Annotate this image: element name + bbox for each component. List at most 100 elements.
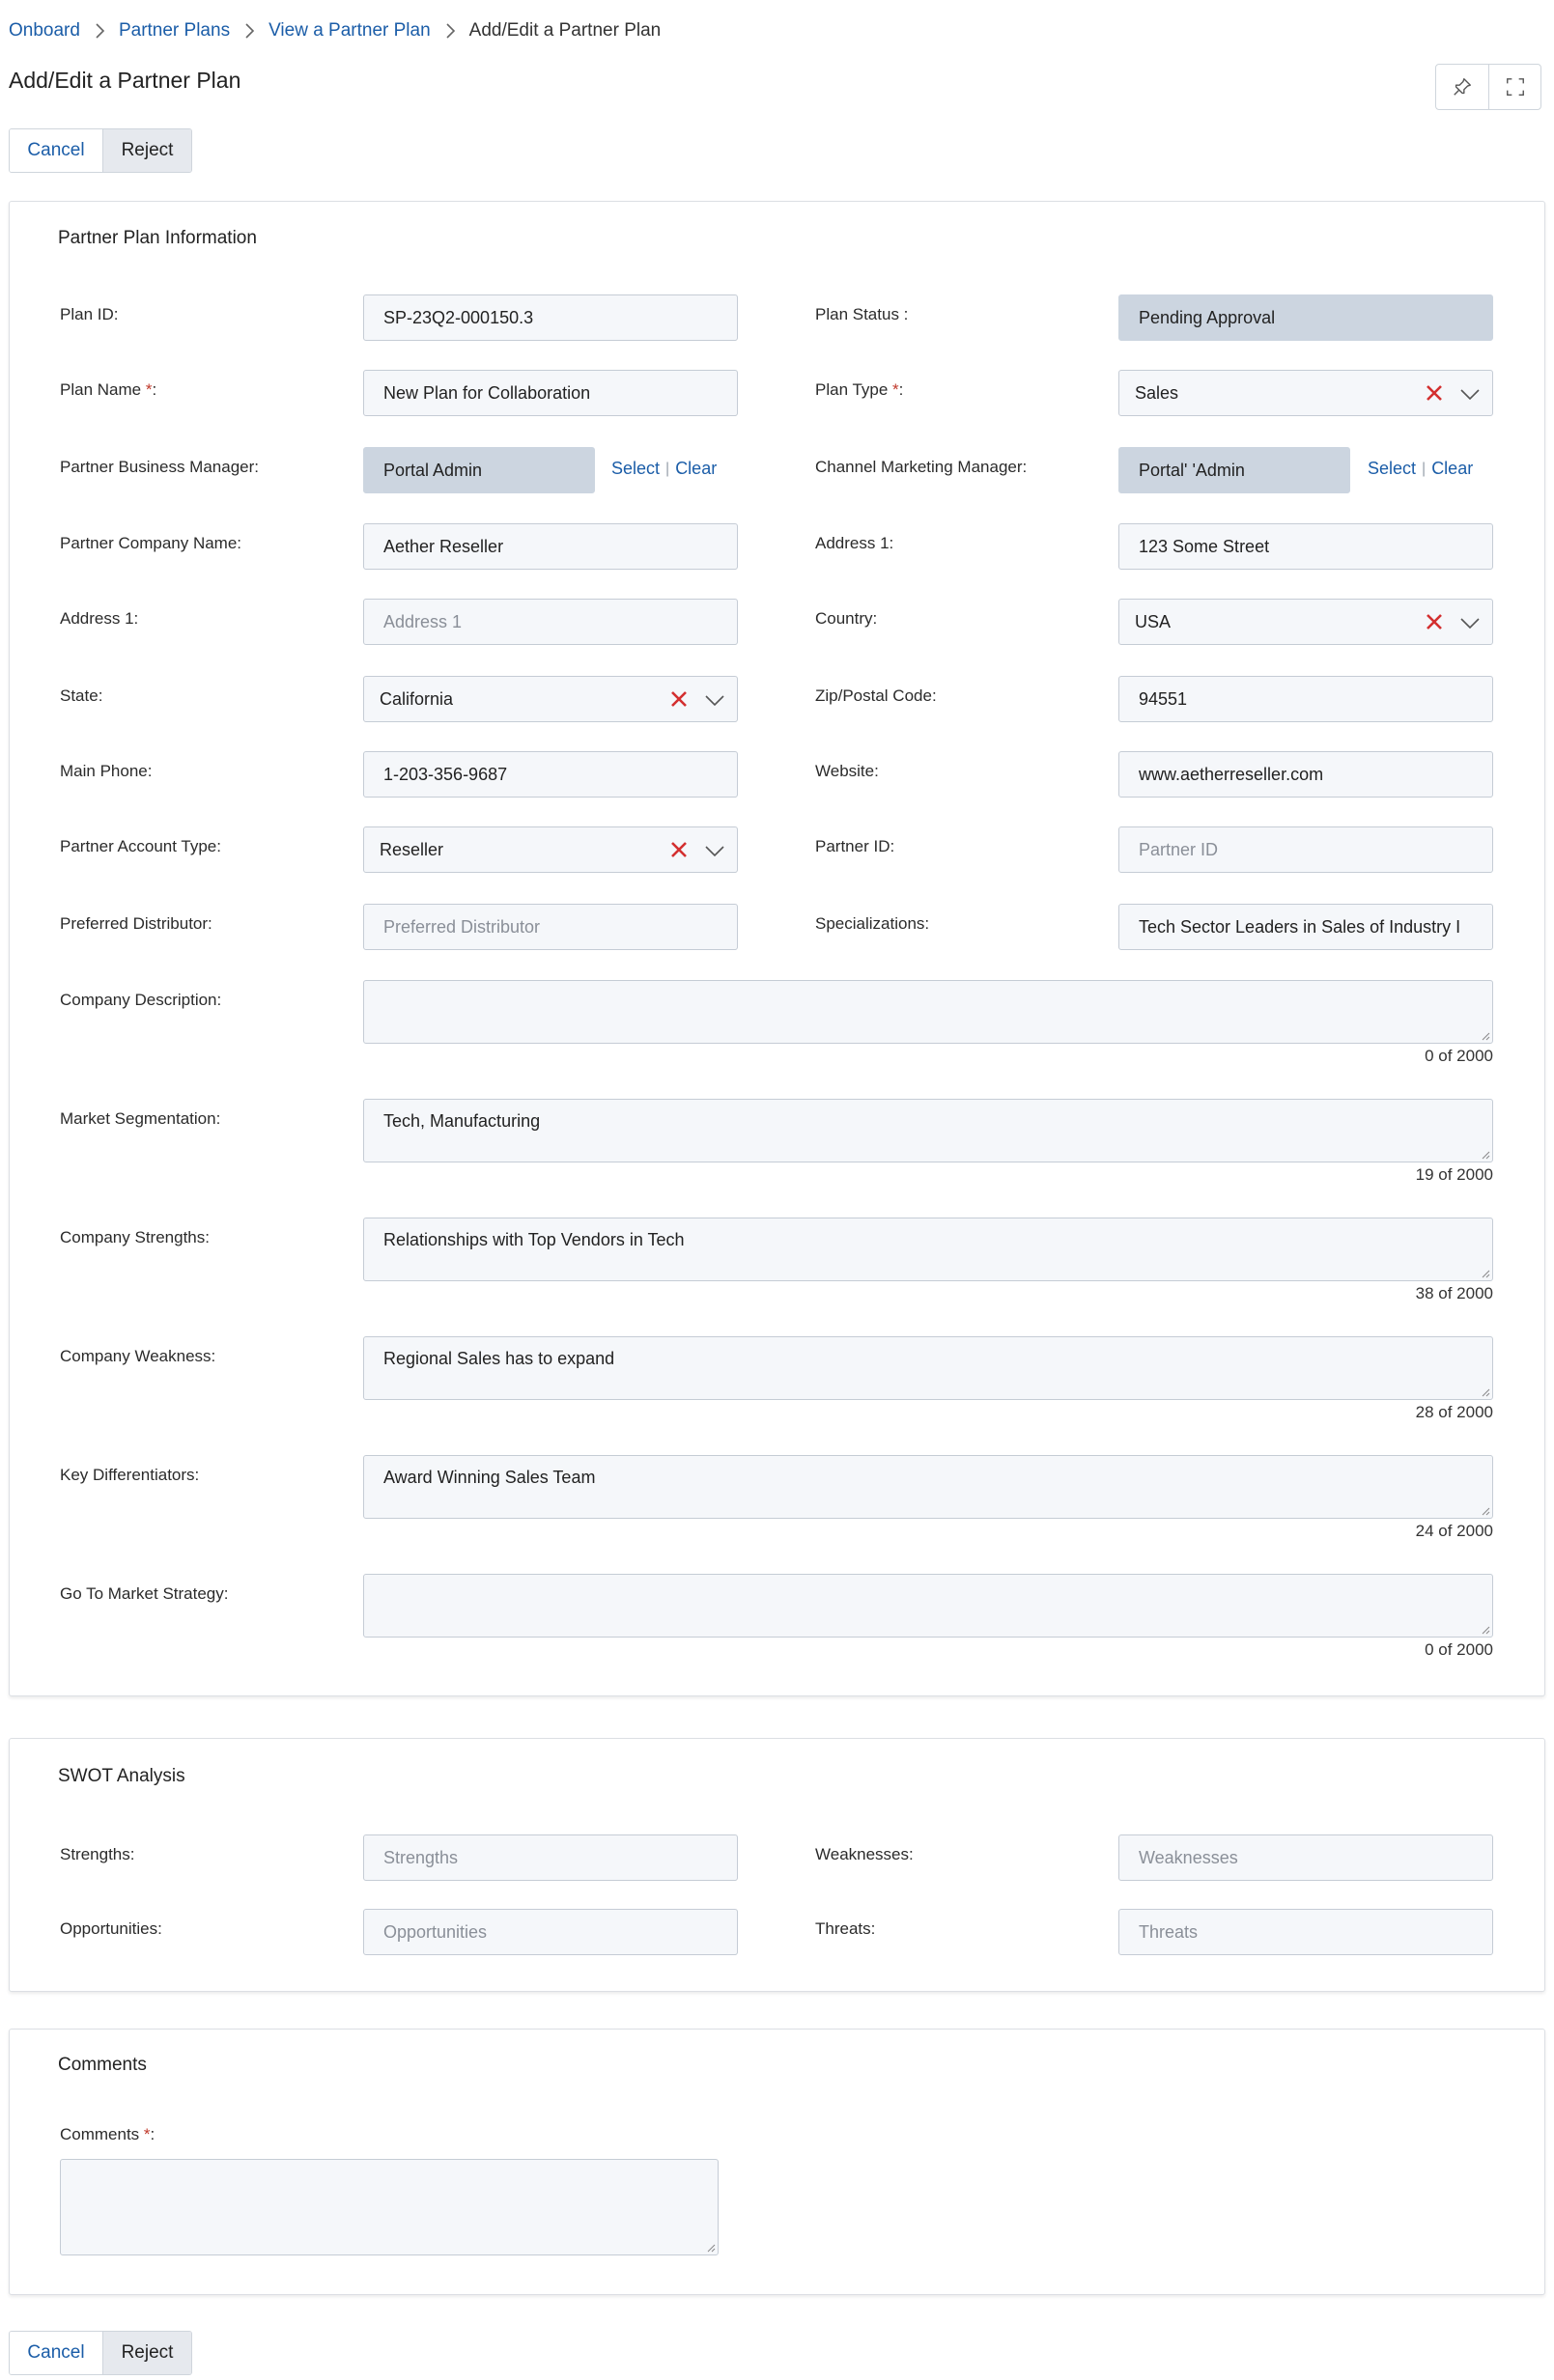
partner-id-input[interactable]: Partner ID xyxy=(1118,826,1493,873)
breadcrumb-current: Add/Edit a Partner Plan xyxy=(468,20,662,41)
company-weakness-value: Regional Sales has to expand xyxy=(383,1349,615,1368)
cancel-button[interactable]: Cancel xyxy=(10,2332,102,2374)
chevron-right-icon xyxy=(431,22,469,40)
resize-grip-icon[interactable] xyxy=(1481,1625,1490,1635)
resize-grip-icon[interactable] xyxy=(1481,1269,1490,1278)
resize-grip-icon[interactable] xyxy=(706,2243,716,2253)
chevron-down-icon[interactable] xyxy=(704,841,725,860)
strengths-label: Strengths: xyxy=(60,1845,135,1863)
x-icon[interactable] xyxy=(1425,383,1444,403)
threats-input[interactable]: Threats xyxy=(1118,1909,1493,1955)
pbm-select-link[interactable]: Select xyxy=(611,459,660,479)
reject-button[interactable]: Reject xyxy=(102,129,191,172)
pin-icon[interactable] xyxy=(1436,65,1488,109)
partner-business-manager-field: Portal Admin xyxy=(363,447,595,493)
chevron-down-icon[interactable] xyxy=(704,690,725,710)
key-differentiators-label: Key Differentiators: xyxy=(60,1466,200,1484)
bottom-action-buttons: Cancel Reject xyxy=(9,2331,192,2375)
gtm-strategy-counter: 0 of 2000 xyxy=(1425,1640,1493,1659)
resize-grip-icon[interactable] xyxy=(1481,1387,1490,1397)
resize-grip-icon[interactable] xyxy=(1481,1150,1490,1160)
opportunities-input[interactable]: Opportunities xyxy=(363,1909,738,1955)
pbm-actions: Select | Clear xyxy=(611,459,717,479)
address1-left-label: Address 1: xyxy=(60,609,139,628)
specializations-input[interactable]: Tech Sector Leaders in Sales of Industry… xyxy=(1118,904,1493,950)
breadcrumb-onboard[interactable]: Onboard xyxy=(9,20,80,42)
company-weakness-label: Company Weakness: xyxy=(60,1347,216,1365)
comments-panel: Comments Comments *: xyxy=(9,2029,1545,2295)
plan-type-label: Plan Type *: xyxy=(815,380,904,399)
breadcrumb-view-partner-plan[interactable]: View a Partner Plan xyxy=(268,20,431,42)
pbm-clear-link[interactable]: Clear xyxy=(675,459,717,479)
market-segmentation-value: Tech, Manufacturing xyxy=(383,1111,541,1131)
key-differentiators-value: Award Winning Sales Team xyxy=(383,1468,596,1487)
cancel-button[interactable]: Cancel xyxy=(10,129,102,172)
preferred-distributor-label: Preferred Distributor: xyxy=(60,914,212,933)
cmm-select-link[interactable]: Select xyxy=(1368,459,1416,479)
address1-right-input[interactable]: 123 Some Street xyxy=(1118,523,1493,570)
main-phone-input[interactable]: 1-203-356-9687 xyxy=(363,751,738,798)
resize-grip-icon[interactable] xyxy=(1481,1506,1490,1516)
expand-icon[interactable] xyxy=(1488,65,1540,109)
market-segmentation-label: Market Segmentation: xyxy=(60,1109,221,1128)
key-differentiators-counter: 24 of 2000 xyxy=(1415,1522,1493,1540)
plan-status-label: Plan Status : xyxy=(815,305,909,323)
gtm-strategy-label: Go To Market Strategy: xyxy=(60,1584,229,1603)
weaknesses-input[interactable]: Weaknesses xyxy=(1118,1834,1493,1881)
company-name-label: Partner Company Name: xyxy=(60,534,242,552)
comments-textarea[interactable] xyxy=(60,2159,719,2255)
gtm-strategy-textarea[interactable] xyxy=(363,1574,1493,1638)
market-segmentation-textarea[interactable]: Tech, Manufacturing xyxy=(363,1099,1493,1162)
cmm-actions: Select | Clear xyxy=(1368,459,1473,479)
account-type-select[interactable]: Reseller xyxy=(363,826,738,873)
plan-name-label: Plan Name *: xyxy=(60,380,157,399)
channel-marketing-manager-field: Portal' 'Admin xyxy=(1118,447,1350,493)
plan-type-select[interactable]: Sales xyxy=(1118,370,1493,416)
state-select[interactable]: California xyxy=(363,676,738,722)
breadcrumb: Onboard Partner Plans View a Partner Pla… xyxy=(9,19,661,42)
address1-left-input[interactable]: Address 1 xyxy=(363,599,738,645)
company-strengths-label: Company Strengths: xyxy=(60,1228,210,1246)
zip-input[interactable]: 94551 xyxy=(1118,676,1493,722)
x-icon[interactable] xyxy=(1425,612,1444,631)
plan-type-value: Sales xyxy=(1135,382,1179,403)
threats-label: Threats: xyxy=(815,1919,876,1938)
section-title: Comments xyxy=(58,2055,147,2075)
company-description-label: Company Description: xyxy=(60,991,222,1009)
page-tools xyxy=(1435,64,1541,110)
weaknesses-label: Weaknesses: xyxy=(815,1845,914,1863)
state-value: California xyxy=(380,688,454,709)
partner-business-manager-label: Partner Business Manager: xyxy=(60,458,259,476)
strengths-input[interactable]: Strengths xyxy=(363,1834,738,1881)
country-label: Country: xyxy=(815,609,878,628)
channel-marketing-manager-label: Channel Marketing Manager: xyxy=(815,458,1028,476)
top-action-buttons: Cancel Reject xyxy=(9,128,192,173)
x-icon[interactable] xyxy=(669,689,689,709)
company-strengths-textarea[interactable]: Relationships with Top Vendors in Tech xyxy=(363,1218,1493,1281)
zip-label: Zip/Postal Code: xyxy=(815,686,937,705)
company-description-textarea[interactable] xyxy=(363,980,1493,1044)
link-separator: | xyxy=(665,460,670,477)
key-differentiators-textarea[interactable]: Award Winning Sales Team xyxy=(363,1455,1493,1519)
chevron-down-icon[interactable] xyxy=(1459,613,1481,632)
swot-panel: SWOT Analysis Strengths: Strengths Weakn… xyxy=(9,1738,1545,1992)
company-name-input[interactable]: Aether Reseller xyxy=(363,523,738,570)
page-title: Add/Edit a Partner Plan xyxy=(9,68,241,93)
cmm-clear-link[interactable]: Clear xyxy=(1431,459,1473,479)
chevron-down-icon[interactable] xyxy=(1459,384,1481,404)
plan-id-label: Plan ID: xyxy=(60,305,119,323)
plan-name-input[interactable]: New Plan for Collaboration xyxy=(363,370,738,416)
x-icon[interactable] xyxy=(669,840,689,859)
country-select[interactable]: USA xyxy=(1118,599,1493,645)
company-strengths-counter: 38 of 2000 xyxy=(1415,1284,1493,1302)
plan-id-field[interactable]: SP-23Q2-000150.3 xyxy=(363,294,738,341)
website-input[interactable]: www.aetherreseller.com xyxy=(1118,751,1493,798)
chevron-right-icon xyxy=(80,22,119,40)
main-phone-label: Main Phone: xyxy=(60,762,153,780)
resize-grip-icon[interactable] xyxy=(1481,1031,1490,1041)
breadcrumb-partner-plans[interactable]: Partner Plans xyxy=(119,20,230,42)
company-strengths-value: Relationships with Top Vendors in Tech xyxy=(383,1230,685,1249)
company-weakness-textarea[interactable]: Regional Sales has to expand xyxy=(363,1336,1493,1400)
preferred-distributor-input[interactable]: Preferred Distributor xyxy=(363,904,738,950)
reject-button[interactable]: Reject xyxy=(102,2332,191,2374)
